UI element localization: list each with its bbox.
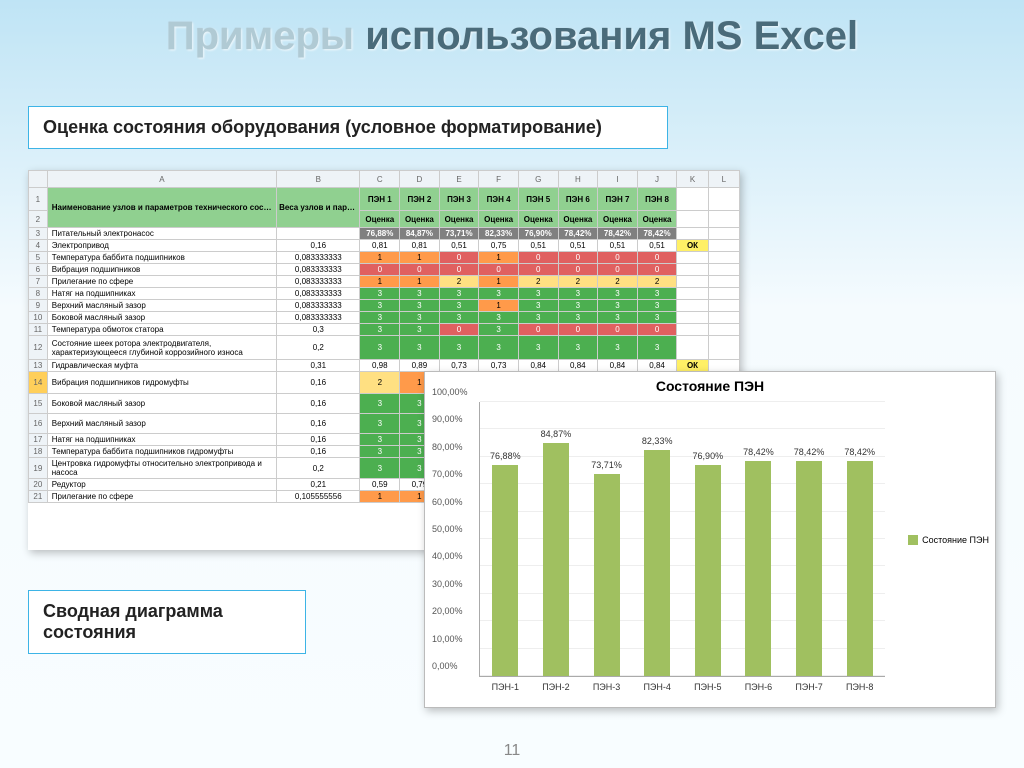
card-summary-chart: Сводная диаграмма состояния — [28, 590, 306, 654]
slide-title: Примеры использования MS Excel — [0, 0, 1024, 67]
page-number: 11 — [504, 742, 521, 760]
chart-legend: Состояние ПЭН — [908, 535, 989, 545]
legend-swatch — [908, 535, 918, 545]
card-conditional-formatting: Оценка состояния оборудования (условное … — [28, 106, 668, 149]
chart-title: Состояние ПЭН — [425, 372, 995, 396]
bar-chart: Состояние ПЭН 0,00%10,00%20,00%30,00%40,… — [424, 371, 996, 708]
